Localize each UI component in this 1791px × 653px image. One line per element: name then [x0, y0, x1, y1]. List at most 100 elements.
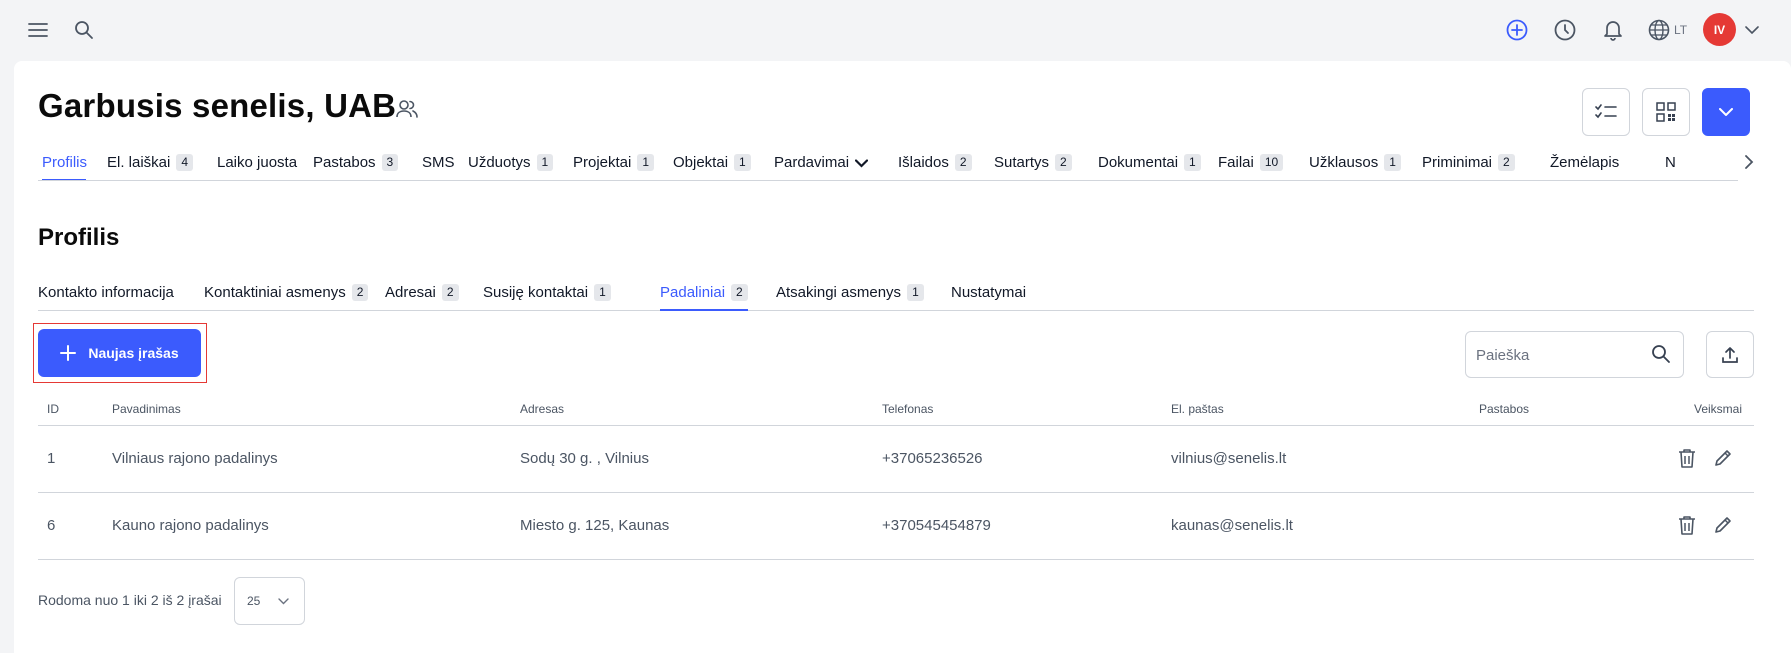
tab-label: Failai	[1218, 154, 1254, 171]
tab-label: Išlaidos	[898, 154, 949, 171]
cell-address: Miesto g. 125, Kaunas	[520, 517, 670, 534]
contacts-people-icon	[394, 96, 420, 122]
cell-phone: +370545454879	[882, 517, 991, 534]
subtab-label: Atsakingi asmenys	[776, 284, 902, 301]
tab-badge: 1	[1184, 154, 1201, 171]
tab-zemelapis[interactable]: Žemėlapis	[1550, 149, 1619, 180]
tab-pastabos[interactable]: Pastabos 3	[313, 149, 399, 180]
tab-profilis[interactable]: Profilis	[42, 149, 88, 180]
tab-badge: 1	[734, 154, 751, 171]
search-icon[interactable]	[70, 16, 98, 44]
tab-failai[interactable]: Failai 10	[1218, 149, 1284, 180]
checklist-icon	[1595, 104, 1617, 119]
tab-label: Profilis	[42, 154, 88, 171]
new-record-button[interactable]: Naujas įrašas	[38, 329, 201, 377]
delete-icon[interactable]	[1675, 446, 1699, 470]
tab-label: Sutartys	[994, 154, 1050, 171]
bell-icon[interactable]	[1598, 15, 1628, 45]
cell-phone: +37065236526	[882, 450, 983, 467]
tab-overflow[interactable]: N	[1665, 149, 1676, 180]
subtab-adresai[interactable]: Adresai 2	[385, 278, 459, 311]
section-title: Profilis	[38, 224, 120, 251]
search-icon[interactable]	[1651, 344, 1673, 366]
chevron-down-icon	[278, 597, 290, 604]
tab-sms[interactable]: SMS	[422, 149, 455, 180]
subtab-badge: 2	[731, 284, 748, 301]
upload-icon	[1722, 346, 1738, 363]
chevron-down-icon	[855, 159, 869, 168]
language-code: LT	[1674, 23, 1688, 37]
subtab-susije-kontaktai[interactable]: Susiję kontaktai 1	[483, 278, 611, 311]
tab-laiko-juosta[interactable]: Laiko juosta	[217, 149, 298, 180]
tab-badge: 1	[637, 154, 655, 171]
search-field[interactable]	[1465, 331, 1684, 378]
page-size-select[interactable]: 25	[234, 577, 305, 625]
edit-icon[interactable]	[1711, 446, 1735, 470]
subtab-nustatymai[interactable]: Nustatymai	[951, 278, 1026, 311]
subtab-badge: 1	[907, 284, 924, 301]
tab-islaidos[interactable]: Išlaidos 2	[898, 149, 972, 180]
tab-dokumentai[interactable]: Dokumentai 1	[1098, 149, 1201, 180]
tab-badge: 3	[381, 154, 399, 171]
delete-icon[interactable]	[1675, 513, 1699, 537]
tab-uzklausos[interactable]: Užklausos 1	[1309, 149, 1401, 180]
hamburger-menu-icon[interactable]	[24, 16, 52, 44]
subtab-label: Susiję kontaktai	[483, 284, 589, 301]
column-header: Adresas	[520, 402, 565, 416]
tab-badge: 4	[176, 154, 194, 171]
new-record-label: Naujas įrašas	[88, 345, 179, 361]
subtab-padaliniai[interactable]: Padaliniai 2	[660, 278, 748, 311]
subtab-badge: 2	[351, 284, 369, 301]
checklist-button[interactable]	[1582, 88, 1630, 136]
subtab-label: Nustatymai	[951, 284, 1027, 301]
tab-label: Užduotys	[468, 154, 531, 171]
tab-badge: 2	[954, 154, 972, 171]
tab-label: Pastabos	[313, 154, 376, 171]
table-row[interactable]: 1 Vilniaus rajono padalinys Sodų 30 g. ,…	[38, 426, 1754, 493]
clock-icon[interactable]	[1550, 15, 1580, 45]
top-bar: LT IV	[0, 0, 1791, 58]
tab-label: Laiko juosta	[217, 154, 298, 171]
subtab-kontakto-informacija[interactable]: Kontakto informacija	[38, 278, 174, 311]
search-input[interactable]	[1476, 344, 1636, 366]
chevron-right-icon[interactable]	[1744, 155, 1762, 175]
table-row[interactable]: 6 Kauno rajono padalinys Miesto g. 125, …	[38, 493, 1754, 560]
tab-label: Objektai	[673, 154, 729, 171]
tab-uzduotys[interactable]: Užduotys 1	[468, 149, 554, 180]
tab-el-laiskai[interactable]: El. laiškai 4	[107, 149, 194, 180]
plus-circle-icon[interactable]	[1502, 15, 1532, 45]
divisions-table: ID Pavadinimas Adresas Telefonas El. paš…	[38, 396, 1754, 560]
cell-id: 1	[47, 450, 56, 467]
actions-dropdown-button[interactable]	[1702, 88, 1750, 136]
subtab-atsakingi-asmenys[interactable]: Atsakingi asmenys 1	[776, 278, 924, 311]
subtab-kontaktiniai-asmenys[interactable]: Kontaktiniai asmenys 2	[204, 278, 369, 311]
tab-badge: 10	[1259, 154, 1284, 171]
qr-code-button[interactable]	[1642, 88, 1690, 136]
sub-tabs: Kontakto informacija Kontaktiniai asmeny…	[38, 278, 1754, 311]
tab-pardavimai[interactable]: Pardavimai	[774, 149, 869, 180]
tab-projektai[interactable]: Projektai 1	[573, 149, 655, 180]
avatar[interactable]: IV	[1703, 13, 1736, 46]
pagination-summary: Rodoma nuo 1 iki 2 iš 2 įrašai	[38, 592, 222, 608]
column-header: ID	[47, 402, 59, 416]
export-button[interactable]	[1706, 331, 1754, 378]
subtab-label: Kontaktiniai asmenys	[204, 284, 346, 301]
subtab-label: Kontakto informacija	[38, 284, 174, 301]
language-selector[interactable]: LT	[1648, 15, 1687, 45]
edit-icon[interactable]	[1711, 513, 1735, 537]
tab-label: Užklausos	[1309, 154, 1379, 171]
tab-sutartys[interactable]: Sutartys 2	[994, 149, 1072, 180]
tab-objektai[interactable]: Objektai 1	[673, 149, 751, 180]
tab-label: El. laiškai	[107, 154, 171, 171]
cell-email: kaunas@senelis.lt	[1171, 517, 1293, 534]
column-header: El. paštas	[1171, 402, 1224, 416]
column-header: Veiksmai	[1694, 402, 1743, 416]
tab-label: Projektai	[573, 154, 632, 171]
qr-code-icon	[1656, 102, 1676, 122]
page-title: Garbusis senelis, UAB	[38, 87, 397, 124]
chevron-down-icon[interactable]	[1740, 16, 1764, 44]
tab-priminimai[interactable]: Priminimai 2	[1422, 149, 1515, 180]
tab-label: Dokumentai	[1098, 154, 1179, 171]
subtab-label: Padaliniai	[660, 284, 726, 301]
table-header: ID Pavadinimas Adresas Telefonas El. paš…	[38, 396, 1754, 426]
